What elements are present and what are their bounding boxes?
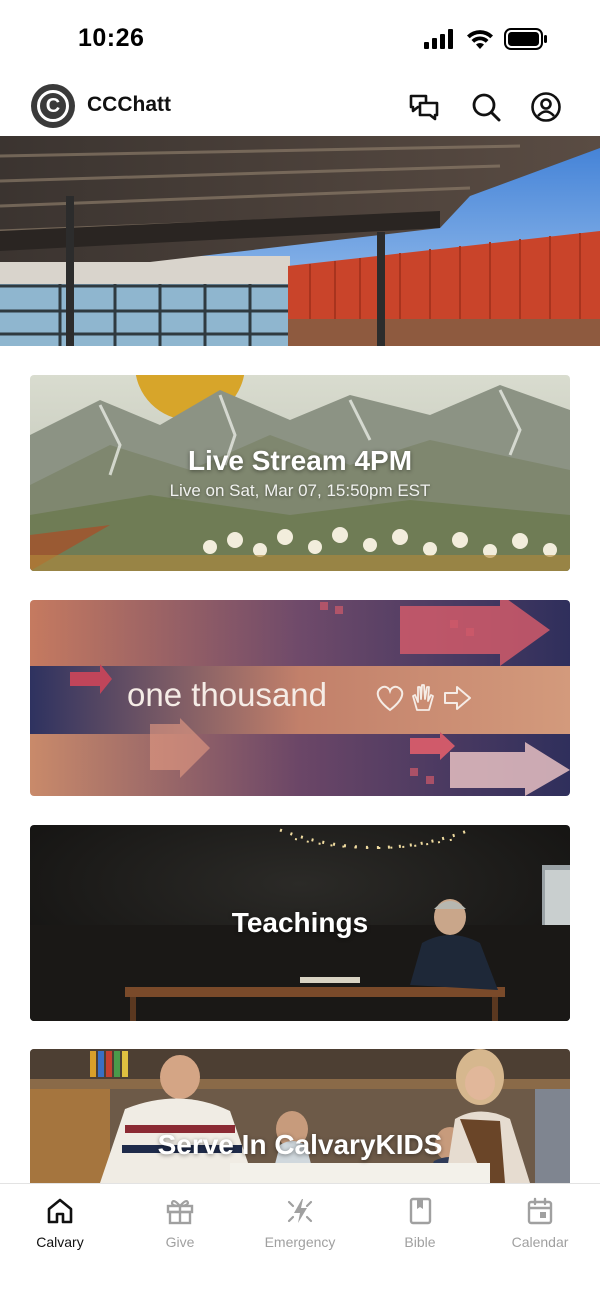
heart-hand-arrow-icons — [376, 684, 471, 712]
tab-calendar[interactable]: Calendar — [480, 1184, 600, 1274]
wifi-icon — [467, 29, 493, 49]
bottom-tab-bar: Calvary Give Emergency Bible Calendar — [0, 1183, 600, 1300]
cellular-signal-icon — [424, 29, 453, 49]
tab-label: Give — [165, 1234, 195, 1250]
tab-calvary[interactable]: Calvary — [0, 1184, 120, 1274]
card-title: Live Stream 4PM — [187, 445, 413, 476]
bible-icon — [409, 1197, 432, 1225]
chat-bubbles-icon[interactable] — [407, 90, 441, 124]
tab-label: Calvary — [36, 1234, 84, 1250]
logo-letter: C — [37, 90, 69, 122]
gift-icon — [166, 1199, 194, 1225]
tab-emergency[interactable]: Emergency — [240, 1184, 360, 1274]
app-name: CCChatt — [87, 93, 171, 116]
tab-label: Emergency — [264, 1234, 336, 1250]
tab-bible[interactable]: Bible — [360, 1184, 480, 1274]
tab-label: Bible — [404, 1234, 436, 1250]
status-bar: 10:26 — [0, 0, 600, 78]
app-header: C CCChatt — [0, 78, 600, 136]
status-icons — [424, 28, 548, 50]
card-title: one thousand — [127, 676, 328, 713]
status-time: 10:26 — [78, 24, 145, 52]
emergency-icon — [287, 1199, 313, 1223]
card-title: Teachings — [231, 907, 369, 938]
home-icon — [47, 1198, 73, 1224]
search-icon[interactable] — [469, 90, 503, 124]
live-stream-card[interactable]: Live Stream 4PM Live on Sat, Mar 07, 15:… — [30, 375, 570, 571]
account-icon[interactable] — [529, 90, 563, 124]
serve-calvarykids-card[interactable]: Serve In CalvaryKIDS — [30, 1049, 570, 1183]
card-subtitle: Live on Sat, Mar 07, 15:50pm EST — [169, 481, 431, 500]
tab-give[interactable]: Give — [120, 1184, 240, 1274]
card-title: Serve In CalvaryKIDS — [157, 1129, 443, 1160]
app-logo[interactable]: C — [31, 84, 75, 128]
hero-image — [0, 136, 600, 346]
calendar-icon — [527, 1197, 553, 1225]
tab-label: Calendar — [511, 1234, 569, 1250]
one-thousand-card[interactable]: one thousand — [30, 600, 570, 796]
battery-icon — [504, 28, 547, 50]
classroom-background — [30, 1049, 570, 1183]
teachings-card[interactable]: Teachings — [30, 825, 570, 1021]
